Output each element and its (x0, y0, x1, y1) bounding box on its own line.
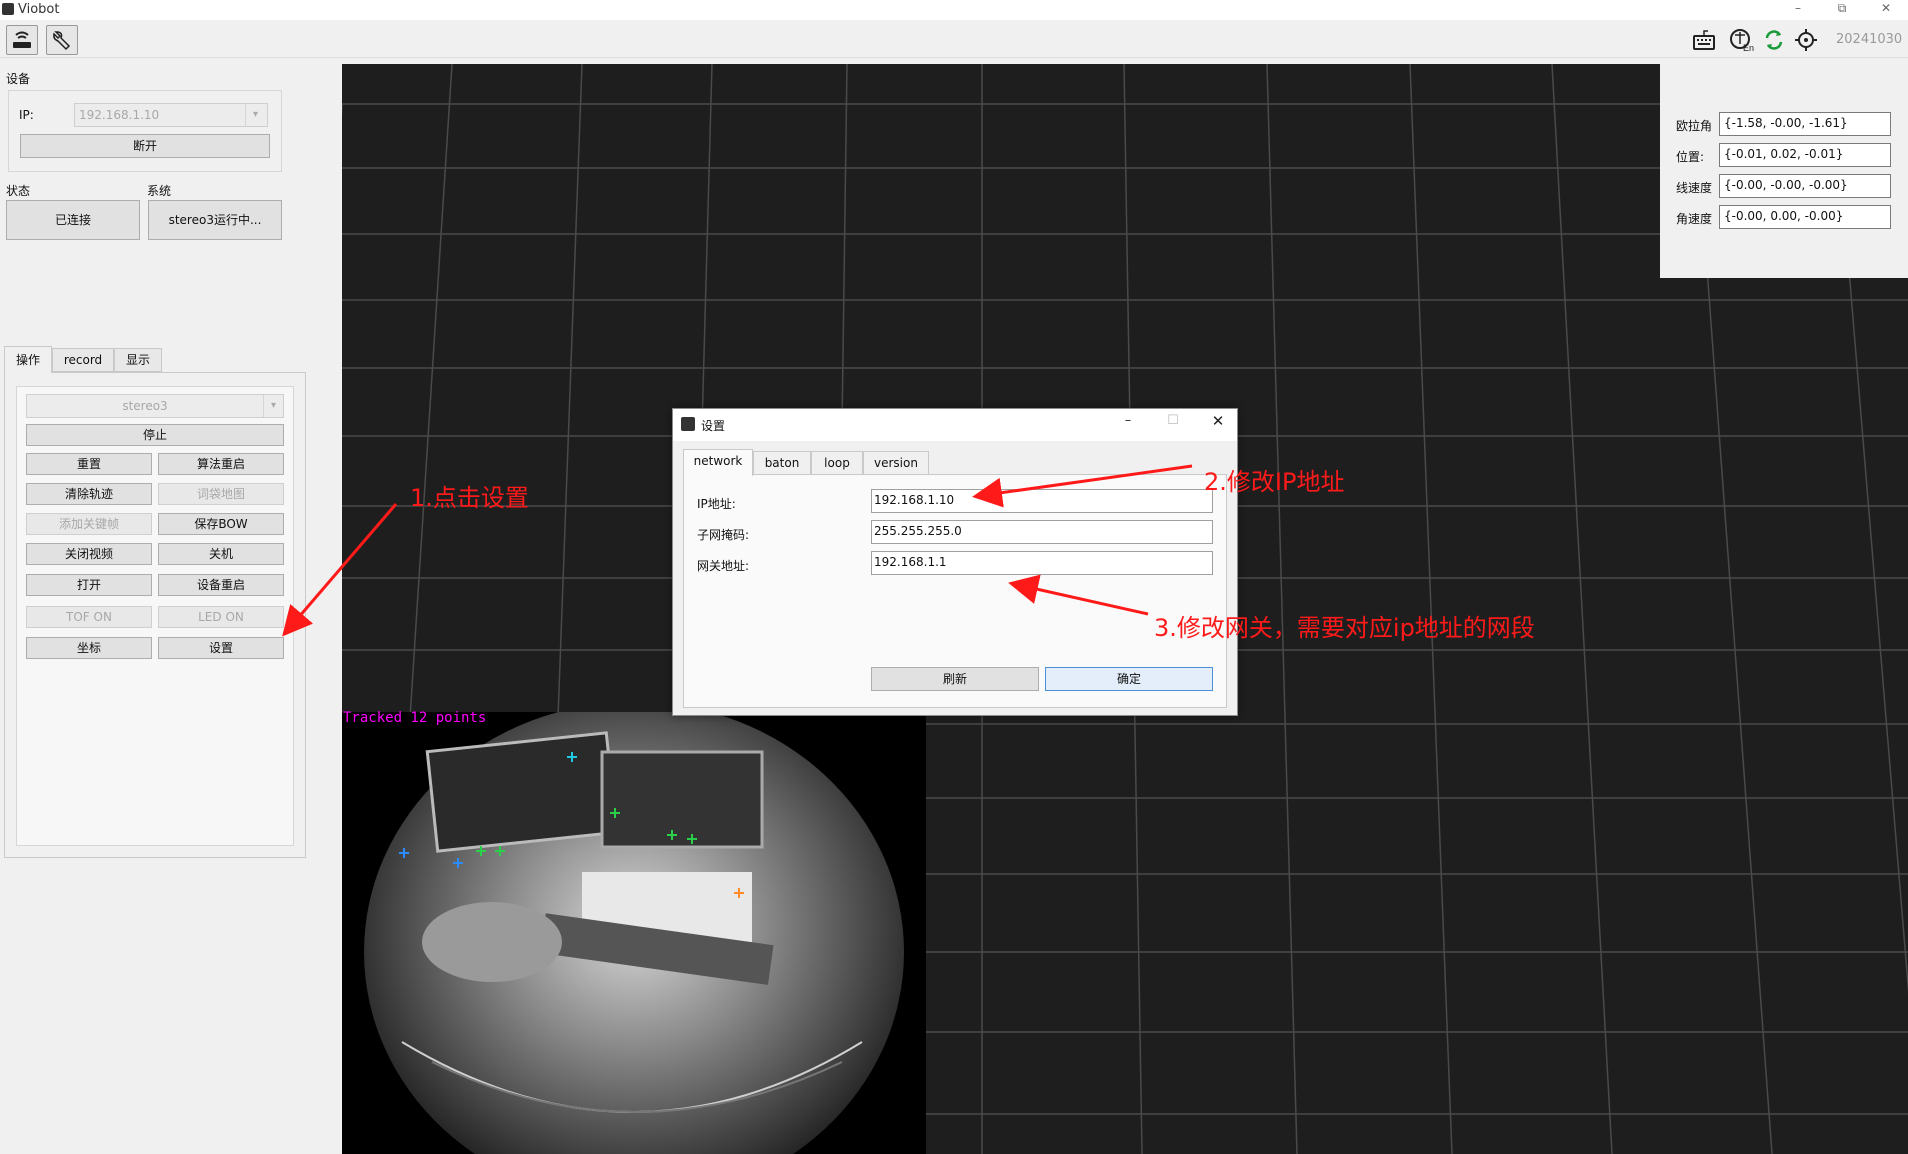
algorithm-select[interactable]: stereo3 ▾ (26, 394, 284, 418)
settings-button[interactable]: 设置 (158, 637, 284, 659)
dialog-minimize-button[interactable]: – (1113, 413, 1143, 435)
refresh-button[interactable]: 刷新 (871, 667, 1039, 691)
linear-velocity-field[interactable]: {-0.00, -0.00, -0.00} (1719, 174, 1891, 198)
minimize-button[interactable]: – (1778, 0, 1818, 20)
reset-button[interactable]: 重置 (26, 453, 152, 475)
dialog-tab-version[interactable]: version (863, 451, 929, 475)
keyboard-icon[interactable] (1690, 26, 1718, 54)
app-logo-icon (2, 3, 14, 15)
tools-button[interactable] (46, 25, 78, 55)
ip-select-value: 192.168.1.10 (79, 108, 160, 122)
language-icon[interactable]: En (1727, 26, 1755, 54)
connect-device-button[interactable] (6, 25, 38, 55)
tab-record[interactable]: record (52, 348, 114, 372)
ip-address-input[interactable]: 192.168.1.10 (871, 489, 1213, 513)
router-icon (13, 31, 31, 48)
clear-trajectory-button[interactable]: 清除轨迹 (26, 483, 152, 505)
angular-velocity-field[interactable]: {-0.00, 0.00, -0.00} (1719, 205, 1891, 229)
svg-text:En: En (1743, 43, 1754, 53)
chevron-down-icon: ▾ (263, 395, 283, 417)
subnet-mask-label: 子网掩码: (697, 528, 750, 542)
euler-angle-field[interactable]: {-1.58, -0.00, -1.61} (1719, 112, 1891, 136)
dialog-titlebar (673, 409, 1237, 441)
window-titlebar (0, 0, 1908, 20)
window-title: Viobot (18, 2, 60, 17)
shutdown-button[interactable]: 关机 (158, 543, 284, 565)
algorithm-restart-button[interactable]: 算法重启 (158, 453, 284, 475)
disconnect-button[interactable]: 断开 (20, 134, 270, 158)
dialog-title: 设置 (701, 419, 726, 433)
device-section-label: 设备 (6, 72, 31, 86)
system-label: 系统 (147, 184, 172, 198)
angular-velocity-label: 角速度 (1676, 212, 1713, 226)
tracked-points-text: Tracked 12 points (343, 710, 487, 726)
ip-address-label: IP地址: (697, 497, 736, 511)
settings-dialog: 设置 – ☐ ✕ network baton loop version IP地址… (672, 408, 1238, 716)
restore-button[interactable]: ⧉ (1822, 0, 1862, 20)
bow-map-button[interactable]: 词袋地图 (158, 483, 284, 505)
tof-on-button[interactable]: TOF ON (26, 606, 152, 628)
tab-operation[interactable]: 操作 (4, 346, 52, 373)
add-keyframe-button[interactable]: 添加关键帧 (26, 513, 152, 535)
coordinate-button[interactable]: 坐标 (26, 637, 152, 659)
fisheye-image (364, 712, 904, 1154)
version-label: 20241030 (1836, 32, 1903, 47)
wrench-icon (53, 31, 71, 51)
chevron-down-icon: ▾ (245, 104, 265, 126)
dialog-maximize-button[interactable]: ☐ (1158, 413, 1188, 435)
dialog-tab-network[interactable]: network (683, 449, 753, 476)
system-value: stereo3运行中... (148, 200, 282, 240)
annotation-step3: 3.修改网关，需要对应ip地址的网段 (1154, 614, 1535, 642)
annotation-step1: 1.点击设置 (410, 484, 529, 512)
close-video-button[interactable]: 关闭视频 (26, 543, 152, 565)
dialog-close-button[interactable]: ✕ (1203, 412, 1233, 434)
pose-panel (1660, 64, 1908, 278)
confirm-button[interactable]: 确定 (1045, 667, 1213, 691)
gateway-label: 网关地址: (697, 559, 750, 573)
camera-feed (342, 712, 926, 1154)
crosshair-icon[interactable] (1792, 26, 1820, 54)
algorithm-select-value: stereo3 (122, 399, 168, 413)
save-bow-button[interactable]: 保存BOW (158, 513, 284, 535)
euler-angle-label: 欧拉角 (1676, 119, 1713, 133)
gateway-input[interactable]: 192.168.1.1 (871, 551, 1213, 575)
toolbar (0, 20, 1908, 58)
open-button[interactable]: 打开 (26, 574, 152, 596)
close-window-button[interactable]: ✕ (1866, 0, 1906, 20)
refresh-icon[interactable] (1760, 26, 1788, 54)
ip-label: IP: (19, 108, 34, 122)
position-field[interactable]: {-0.01, 0.02, -0.01} (1719, 143, 1891, 167)
ip-select[interactable]: 192.168.1.10 ▾ (74, 103, 268, 127)
annotation-step2: 2.修改IP地址 (1204, 468, 1345, 496)
dialog-tab-baton[interactable]: baton (753, 451, 811, 475)
stop-button[interactable]: 停止 (26, 424, 284, 446)
dialog-tab-loop[interactable]: loop (811, 451, 863, 475)
tab-display[interactable]: 显示 (114, 348, 162, 372)
status-value: 已连接 (6, 200, 140, 240)
position-label: 位置: (1676, 150, 1705, 164)
device-restart-button[interactable]: 设备重启 (158, 574, 284, 596)
subnet-mask-input[interactable]: 255.255.255.0 (871, 520, 1213, 544)
linear-velocity-label: 线速度 (1676, 181, 1713, 195)
led-on-button[interactable]: LED ON (158, 606, 284, 628)
status-label: 状态 (6, 184, 31, 198)
dialog-logo-icon (681, 417, 695, 431)
